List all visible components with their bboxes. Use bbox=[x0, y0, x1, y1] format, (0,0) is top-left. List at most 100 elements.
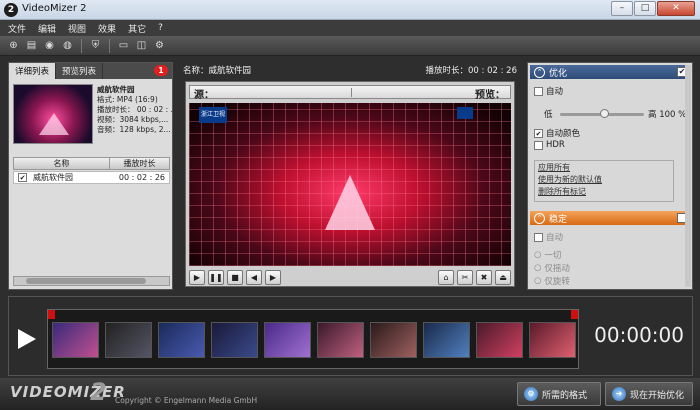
split-divider[interactable] bbox=[351, 88, 352, 97]
tab-detail-list[interactable]: 详细列表 bbox=[9, 63, 57, 79]
frame-thumb[interactable] bbox=[105, 322, 152, 358]
maximize-button[interactable]: □ bbox=[634, 1, 656, 16]
scrollbar-thumb[interactable] bbox=[26, 278, 146, 284]
column-duration[interactable]: 播放时长 bbox=[110, 158, 169, 169]
delete-marker-icon[interactable]: ✖ bbox=[476, 270, 492, 285]
frame-thumb[interactable] bbox=[317, 322, 364, 358]
stabilize-auto-checkbox[interactable] bbox=[534, 232, 543, 242]
play-icon[interactable]: ▶ bbox=[189, 270, 205, 285]
horizontal-scrollbar[interactable] bbox=[13, 276, 170, 286]
split-view-icon[interactable]: ◫ bbox=[134, 38, 149, 53]
collapse-icon[interactable]: ⌃ bbox=[534, 212, 545, 224]
video-frame[interactable]: 浙江卫视 bbox=[189, 103, 511, 266]
stabilize-option-all[interactable]: ○ 一切 bbox=[534, 249, 561, 261]
slider-high-label: 高 100 % bbox=[648, 110, 687, 120]
stabilize-section-header[interactable]: ⌃ 稳定 bbox=[530, 211, 690, 225]
eject-icon[interactable]: ⏏ bbox=[495, 270, 511, 285]
hdr-option[interactable]: HDR bbox=[534, 140, 565, 150]
film-icon[interactable]: ⚙ bbox=[152, 38, 167, 53]
video-format: 格式: MP4 (16:9) bbox=[97, 95, 158, 104]
brand-logo: VIDEOMIZER bbox=[10, 383, 126, 401]
start-optimize-button[interactable]: ➜ 现在开始优化 bbox=[605, 382, 693, 406]
delete-markers-link[interactable]: 删除所有标记 bbox=[538, 186, 670, 198]
channel-logo: 浙江卫视 bbox=[199, 107, 227, 123]
slider-knob[interactable] bbox=[600, 109, 609, 118]
set-default-link[interactable]: 使用为新的默认值 bbox=[538, 174, 670, 186]
menu-other[interactable]: 其它 bbox=[128, 22, 146, 35]
auto-color-option[interactable]: ✔ 自动颜色 bbox=[534, 127, 580, 139]
marker-icon[interactable]: ⌂ bbox=[438, 270, 454, 285]
radio-icon[interactable]: ○ bbox=[534, 276, 541, 286]
gear-icon: ⚙ bbox=[524, 387, 538, 401]
apply-all-link[interactable]: 应用所有 bbox=[538, 162, 670, 174]
auto-color-checkbox[interactable]: ✔ bbox=[534, 128, 543, 138]
option-all-label: 一切 bbox=[544, 251, 562, 261]
tab-preview-list[interactable]: 预览列表 bbox=[56, 63, 104, 79]
app-window: 2 VideoMizer 2 – □ ✕ 文件 编辑 视图 效果 其它 ? ⊕ … bbox=[0, 0, 700, 410]
column-name[interactable]: 名称 bbox=[14, 158, 110, 169]
radio-icon[interactable]: ○ bbox=[534, 263, 541, 273]
window-title: VideoMizer 2 bbox=[22, 3, 87, 14]
video-bitrate: 视频：3084 kbps,... bbox=[97, 115, 169, 124]
stop-icon[interactable]: ■ bbox=[227, 270, 243, 285]
action-links: 应用所有 使用为新的默认值 删除所有标记 bbox=[534, 160, 674, 202]
optimize-section-header[interactable]: ⌃ 优化 ✔ bbox=[530, 65, 690, 79]
toolbar-divider bbox=[81, 38, 82, 53]
menu-view[interactable]: 视图 bbox=[68, 22, 86, 35]
single-view-icon[interactable]: ▭ bbox=[116, 38, 131, 53]
strength-slider[interactable]: 低 高 100 % bbox=[544, 108, 688, 120]
stabilize-option-shake[interactable]: ○ 仅摇动 bbox=[534, 262, 570, 274]
frame-thumb[interactable] bbox=[211, 322, 258, 358]
video-thumbnail[interactable] bbox=[13, 84, 93, 144]
optimize-title: 优化 bbox=[549, 68, 568, 79]
frame-thumb[interactable] bbox=[370, 322, 417, 358]
shield-icon[interactable]: ⛨ bbox=[88, 38, 103, 53]
minimize-button[interactable]: – bbox=[611, 1, 633, 16]
menu-effects[interactable]: 效果 bbox=[98, 22, 116, 35]
menu-help[interactable]: ? bbox=[158, 23, 163, 33]
next-frame-icon[interactable]: ▶ bbox=[265, 270, 281, 285]
start-marker[interactable] bbox=[48, 310, 55, 319]
frame-thumb[interactable] bbox=[529, 322, 576, 358]
stabilize-auto-option[interactable]: 自动 bbox=[534, 231, 563, 243]
frame-thumb[interactable] bbox=[476, 322, 523, 358]
close-button[interactable]: ✕ bbox=[657, 1, 695, 16]
frame-thumb[interactable] bbox=[158, 322, 205, 358]
source-label: 源： bbox=[194, 90, 214, 101]
frame-thumb[interactable] bbox=[264, 322, 311, 358]
frame-thumb[interactable] bbox=[52, 322, 99, 358]
item-checkbox[interactable]: ✔ bbox=[18, 173, 27, 182]
pause-icon[interactable]: ❚❚ bbox=[208, 270, 224, 285]
auto-checkbox[interactable] bbox=[534, 86, 543, 96]
auto-option[interactable]: 自动 bbox=[534, 85, 563, 97]
stabilize-option-rotate[interactable]: ○ 仅旋转 bbox=[534, 275, 570, 287]
open-file-icon[interactable]: ⊕ bbox=[6, 38, 21, 53]
disc-icon[interactable]: ◉ bbox=[42, 38, 57, 53]
hdr-checkbox[interactable] bbox=[534, 140, 543, 150]
slider-low-label: 低 bbox=[544, 110, 553, 120]
open-folder-icon[interactable]: ▤ bbox=[24, 38, 39, 53]
prev-frame-icon[interactable]: ◀ bbox=[246, 270, 262, 285]
frame-thumb[interactable] bbox=[423, 322, 470, 358]
output-format-button[interactable]: ⚙ 所需的格式 bbox=[517, 382, 601, 406]
filmstrip[interactable] bbox=[47, 309, 579, 369]
video-viewer: 源： 预览： 浙江卫视 ▶ ❚❚ ■ ◀ ▶ ⌂ ✂ ✖ ⏏ bbox=[185, 81, 515, 287]
current-video-duration: 播放时长：00 : 02 : 26 bbox=[425, 66, 517, 76]
timecode-display: 00:00:00 bbox=[594, 323, 684, 347]
start-optimize-label: 现在开始优化 bbox=[630, 390, 685, 401]
copyright-text: Copyright © Engelmann Media GmbH bbox=[115, 396, 258, 405]
vertical-scrollbar[interactable] bbox=[685, 65, 691, 287]
collapse-icon[interactable]: ⌃ bbox=[534, 66, 545, 78]
menu-edit[interactable]: 编辑 bbox=[38, 22, 56, 35]
list-item[interactable]: ✔ 威航软件园 00 : 02 : 26 bbox=[13, 171, 170, 184]
globe-icon[interactable]: ◍ bbox=[60, 38, 75, 53]
end-marker[interactable] bbox=[571, 310, 578, 319]
menu-file[interactable]: 文件 bbox=[8, 22, 26, 35]
stabilize-auto-label: 自动 bbox=[546, 233, 564, 243]
radio-icon[interactable]: ○ bbox=[534, 250, 541, 260]
play-icon[interactable] bbox=[18, 329, 36, 349]
cut-icon[interactable]: ✂ bbox=[457, 270, 473, 285]
video-info: 威航软件园 格式: MP4 (16:9) 播放时长： 00 : 02 : ...… bbox=[97, 85, 172, 135]
video-duration: 播放时长： 00 : 02 : ... bbox=[97, 105, 172, 114]
video-list-panel: 详细列表 预览列表 1 威航软件园 格式: MP4 (16:9) 播放时长： 0… bbox=[8, 62, 173, 290]
